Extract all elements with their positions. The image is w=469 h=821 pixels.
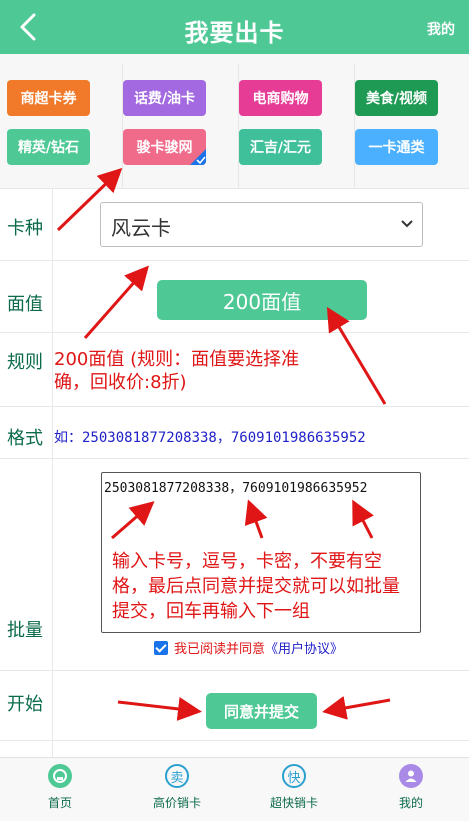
category-food-video[interactable]: 美食/视频 (355, 80, 438, 116)
category-ecommerce[interactable]: 电商购物 (239, 80, 322, 116)
tab-home[interactable]: 首页 (10, 764, 110, 811)
agree-checkbox[interactable] (154, 640, 168, 655)
top-bar: 我要出卡 我的 (0, 0, 469, 54)
format-label: 格式 (7, 428, 43, 449)
label-divider (52, 188, 53, 758)
category-junka-label: 骏卡骏网 (136, 140, 193, 156)
format-example: 如：2503081877208338，7609101986635952 (54, 430, 366, 446)
category-phone-fuel[interactable]: 话费/油卡 (123, 80, 206, 116)
category-grid (0, 54, 469, 188)
mai-icon: 卖 (165, 764, 189, 788)
rule-label: 规则 (7, 352, 43, 373)
category-elite-diamond[interactable]: 精英/钻石 (7, 129, 90, 165)
batch-instruction: 输入卡号，逗号，卡密，不要有空格，最后点同意并提交就可以如批量提交，回车再输入下… (112, 551, 400, 622)
spacer-row (0, 740, 469, 757)
rule-text: 200面值 (规则：面值要选择准确，回收价:8折) (54, 349, 300, 393)
app-root: 我要出卡 我的 商超卡券 话费/油卡 电商购物 美食/视频 精英/钻石 骏卡骏网… (0, 0, 469, 821)
card-type-value: 风云卡 (111, 216, 171, 240)
category-huiji-huiyuan[interactable]: 汇吉/汇元 (239, 129, 322, 165)
tab-mine[interactable]: 我的 (361, 764, 461, 811)
tab-high-price-label: 高价销卡 (152, 796, 201, 810)
chevron-down-icon (401, 220, 413, 228)
tab-fast-sell[interactable]: 快 超快销卡 (244, 764, 344, 811)
kuai-icon: 快 (282, 764, 306, 788)
card-type-select[interactable]: 风云卡 (100, 202, 423, 247)
face-value-label: 面值 (7, 294, 43, 315)
page-title: 我要出卡 (184, 19, 285, 47)
my-link[interactable]: 我的 (427, 19, 455, 39)
batch-textarea[interactable]: 2503081877208338，7609101986635952 输入卡号，逗… (101, 472, 421, 633)
agree-row: 我已阅读并同意 《用户协议》 (154, 638, 343, 657)
submit-button[interactable]: 同意并提交 (206, 693, 317, 729)
category-yikatong[interactable]: 一卡通类 (355, 129, 438, 165)
batch-label: 批量 (7, 620, 43, 641)
home-icon (48, 764, 72, 788)
tab-fast-sell-label: 超快销卡 (269, 796, 318, 810)
tab-high-price[interactable]: 卖 高价销卡 (127, 764, 227, 811)
agree-text: 我已阅读并同意 (174, 642, 266, 657)
user-icon (399, 764, 423, 788)
face-value-button[interactable]: 200面值 (157, 280, 367, 320)
batch-example-text: 2503081877208338，7609101986635952 (104, 481, 368, 496)
start-label: 开始 (7, 694, 43, 715)
bottom-tab-bar: 首页 卖 高价销卡 快 超快销卡 我的 (0, 757, 469, 821)
category-supermarket[interactable]: 商超卡券 (7, 80, 90, 116)
tab-home-label: 首页 (47, 796, 72, 810)
user-agreement-link[interactable]: 《用户协议》 (265, 638, 343, 657)
category-junka[interactable]: 骏卡骏网 (123, 129, 206, 165)
card-type-label: 卡种 (7, 218, 43, 239)
tab-mine-label: 我的 (398, 796, 423, 810)
selected-check-icon (190, 149, 206, 165)
